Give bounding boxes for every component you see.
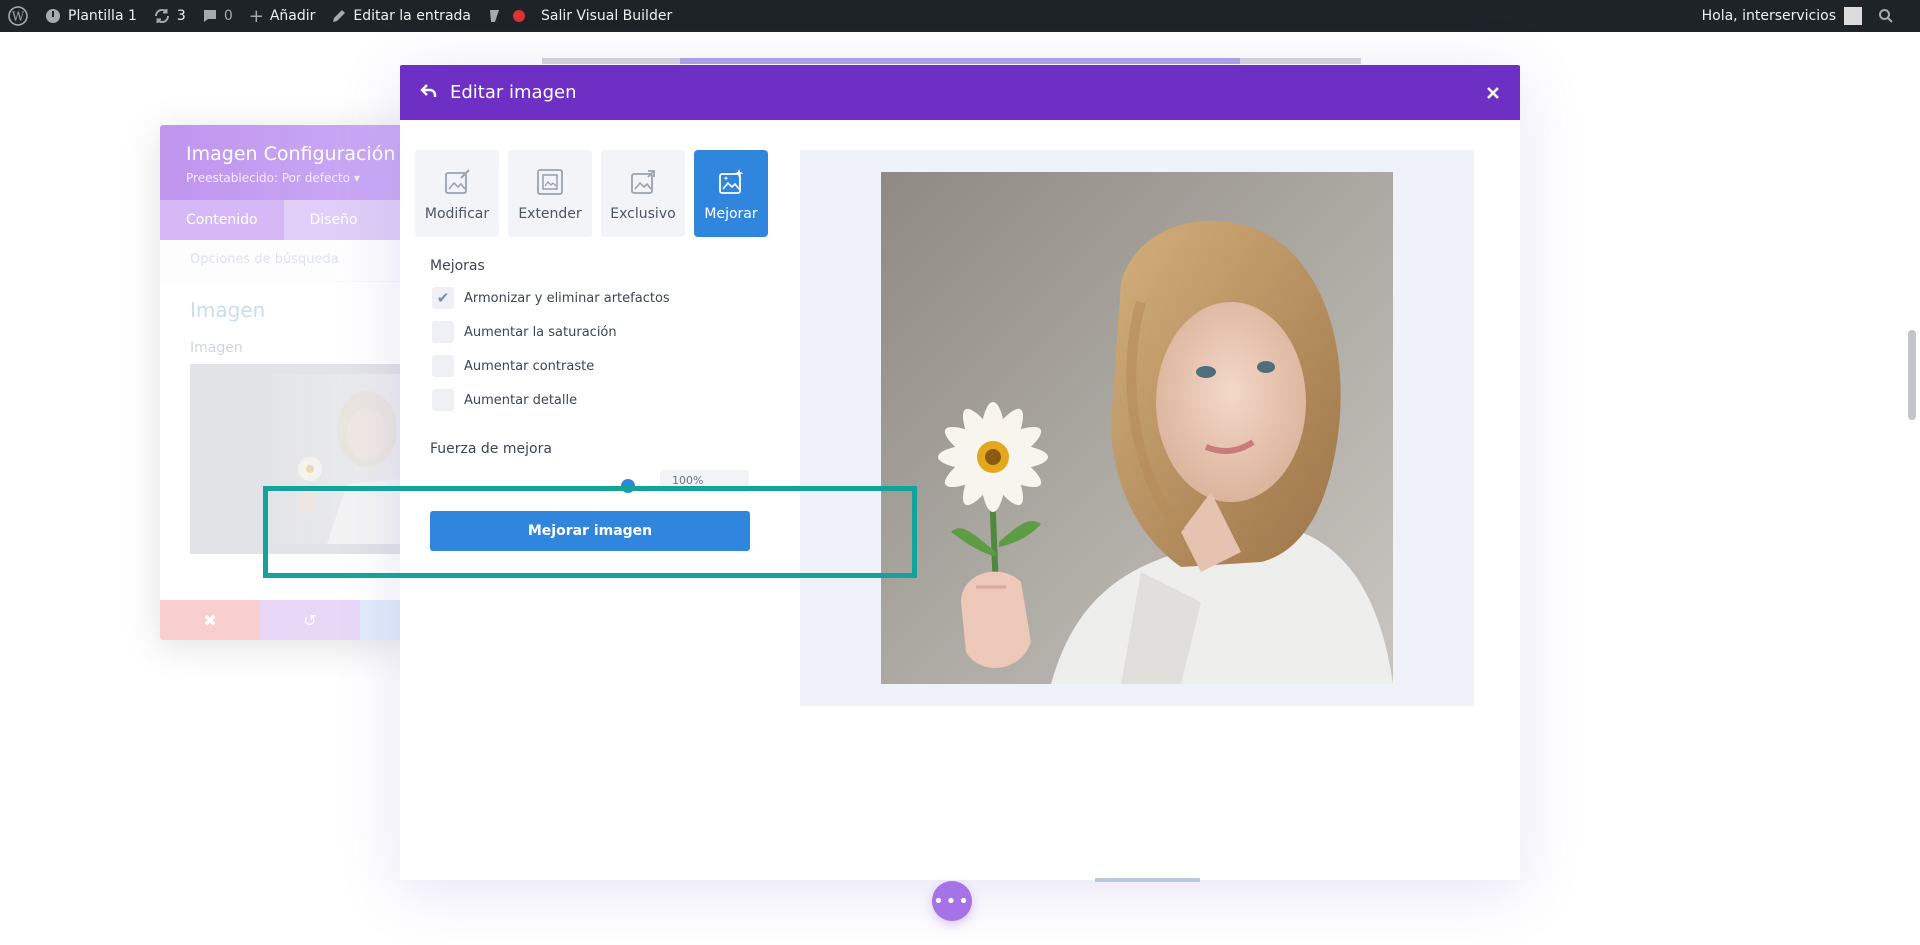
plus-icon: + (248, 5, 264, 27)
image-preview-area (800, 150, 1474, 706)
wordpress-logo-icon[interactable]: W (0, 0, 36, 32)
tool-modificar[interactable]: Modificar (415, 150, 499, 237)
strength-slider-track[interactable] (430, 486, 688, 488)
svg-text:W: W (12, 10, 25, 24)
tool-label: Modificar (424, 206, 490, 222)
checkbox-contraste[interactable]: Aumentar contraste (432, 355, 594, 377)
checkbox-label: Aumentar detalle (464, 392, 578, 408)
pencil-icon (333, 10, 346, 22)
search-icon[interactable] (1870, 0, 1902, 32)
checkbox-detalle[interactable]: Aumentar detalle (432, 389, 577, 411)
background-section-bar-accent (680, 58, 1240, 64)
extend-image-icon (537, 169, 563, 195)
edit-mode-toolbar: Modificar Extender Exclusivo Mejorar (415, 150, 768, 237)
site-name-link[interactable]: Plantilla 1 (36, 0, 145, 32)
checkbox-saturacion[interactable]: Aumentar la saturación (432, 321, 617, 343)
checkbox-label: Armonizar y eliminar artefactos (464, 290, 670, 306)
user-account-link[interactable]: Hola, interservicios (1694, 0, 1870, 32)
exclusive-image-icon (631, 170, 655, 194)
scrollbar-thumb[interactable] (1908, 330, 1916, 420)
background-divider (1095, 878, 1200, 882)
updates-link[interactable]: 3 (145, 0, 194, 32)
checkbox-checked[interactable]: ✔ (432, 287, 454, 309)
strength-label: Fuerza de mejora (430, 441, 552, 457)
preview-image (881, 172, 1393, 684)
status-dot-icon (512, 10, 525, 22)
tool-exclusivo[interactable]: Exclusivo (601, 150, 685, 237)
site-name: Plantilla 1 (68, 8, 137, 24)
greeting: Hola, interservicios (1701, 8, 1836, 24)
enhance-image-icon (719, 169, 744, 194)
enhance-image-button[interactable]: Mejorar imagen (430, 511, 750, 551)
ellipsis-icon: ••• (933, 890, 971, 912)
checkbox-unchecked[interactable] (432, 389, 454, 411)
checkbox-label: Aumentar la saturación (464, 324, 617, 340)
page-scrollbar[interactable] (1904, 32, 1920, 945)
add-new-link[interactable]: + Añadir (241, 0, 324, 32)
tool-label: Exclusivo (610, 206, 676, 222)
add-new-label: Añadir (269, 8, 316, 24)
yoast-icon (489, 8, 504, 24)
panel-dim-overlay (160, 125, 410, 640)
tool-mejorar[interactable]: Mejorar (694, 150, 768, 237)
comment-icon (203, 10, 216, 22)
edit-post-link[interactable]: Editar la entrada (323, 0, 479, 32)
comments-count: 0 (223, 8, 233, 24)
exit-visual-builder-link[interactable]: Salir Visual Builder (533, 0, 680, 32)
updates-icon (154, 8, 169, 24)
updates-count: 3 (176, 8, 186, 24)
admin-bar: W Plantilla 1 3 0 + Añadir Editar la ent… (0, 0, 1920, 32)
edit-post-label: Editar la entrada (353, 8, 471, 24)
edit-image-modal: Editar imagen Modificar Extender Exclusi… (400, 65, 1520, 880)
checkbox-armonizar[interactable]: ✔ Armonizar y eliminar artefactos (432, 287, 670, 309)
tool-label: Extender (518, 206, 582, 222)
back-arrow-icon[interactable] (420, 83, 438, 103)
modal-title: Editar imagen (450, 82, 577, 103)
comments-link[interactable]: 0 (194, 0, 241, 32)
checkmark-icon: ✔ (436, 289, 450, 307)
strength-slider-handle[interactable] (621, 479, 635, 493)
modify-image-icon (445, 169, 470, 194)
exit-visual-builder-label: Salir Visual Builder (540, 8, 673, 24)
close-icon[interactable] (1486, 81, 1500, 105)
tool-label: Mejorar (704, 206, 758, 222)
avatar (1844, 7, 1862, 25)
enhancements-heading: Mejoras (430, 258, 485, 274)
yoast-link[interactable] (479, 0, 533, 32)
strength-value-input[interactable]: 100% (660, 470, 749, 492)
more-options-button[interactable]: ••• (932, 881, 972, 921)
checkbox-unchecked[interactable] (432, 355, 454, 377)
modal-header: Editar imagen (400, 65, 1520, 120)
checkbox-unchecked[interactable] (432, 321, 454, 343)
tool-extender[interactable]: Extender (508, 150, 592, 237)
checkbox-label: Aumentar contraste (464, 358, 595, 374)
dashboard-icon (46, 9, 60, 23)
